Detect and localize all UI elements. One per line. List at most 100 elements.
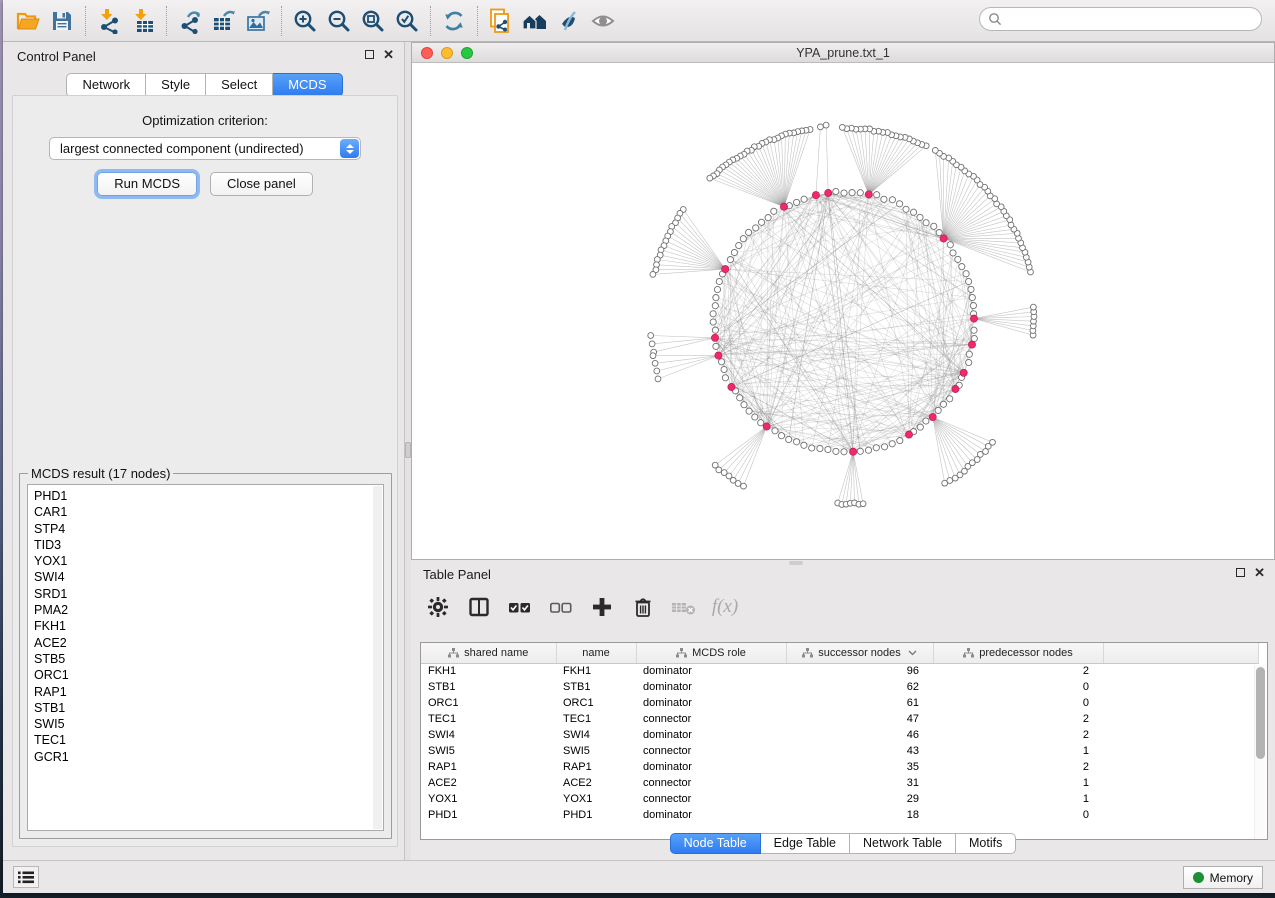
export-table-icon[interactable] bbox=[207, 5, 241, 37]
network-node[interactable] bbox=[801, 196, 807, 202]
mcds-result-item[interactable]: ACE2 bbox=[34, 635, 383, 651]
mcds-node[interactable] bbox=[929, 414, 936, 421]
mcds-result-item[interactable]: STB1 bbox=[34, 700, 383, 716]
network-node[interactable] bbox=[897, 438, 903, 444]
table-cell[interactable]: 35 bbox=[786, 759, 933, 775]
table-cell[interactable]: YOX1 bbox=[556, 791, 636, 807]
network-node[interactable] bbox=[940, 401, 946, 407]
table-cell[interactable]: RAP1 bbox=[556, 759, 636, 775]
table-cell[interactable]: STB1 bbox=[421, 679, 556, 695]
table-cell[interactable]: TEC1 bbox=[556, 711, 636, 727]
delete-columns-icon[interactable] bbox=[630, 593, 656, 621]
search-input[interactable] bbox=[1007, 12, 1261, 26]
mcds-node[interactable] bbox=[952, 385, 959, 392]
table-cell[interactable]: 2 bbox=[933, 663, 1103, 679]
table-cell[interactable]: FKH1 bbox=[421, 663, 556, 679]
network-node[interactable] bbox=[772, 428, 778, 434]
network-node[interactable] bbox=[959, 264, 965, 270]
table-row[interactable]: YOX1YOX1connector291 bbox=[421, 791, 1258, 807]
network-node[interactable] bbox=[857, 190, 863, 196]
network-node[interactable] bbox=[970, 303, 976, 309]
zoom-in-icon[interactable] bbox=[288, 5, 322, 37]
mcds-node[interactable] bbox=[715, 352, 722, 359]
mcds-node[interactable] bbox=[780, 203, 787, 210]
table-cell[interactable]: 0 bbox=[933, 807, 1103, 823]
table-cell[interactable]: SWI4 bbox=[556, 727, 636, 743]
network-leaf-node[interactable] bbox=[860, 501, 866, 507]
network-leaf-node[interactable] bbox=[652, 360, 658, 366]
table-cell[interactable]: 0 bbox=[933, 695, 1103, 711]
table-cell[interactable]: 18 bbox=[786, 807, 933, 823]
export-image-icon[interactable] bbox=[241, 5, 275, 37]
network-node[interactable] bbox=[966, 278, 972, 284]
network-leaf-node[interactable] bbox=[1008, 222, 1014, 228]
table-cell[interactable]: dominator bbox=[636, 807, 786, 823]
network-node[interactable] bbox=[794, 439, 800, 445]
table-cell[interactable]: SWI4 bbox=[421, 727, 556, 743]
table-cell[interactable]: TEC1 bbox=[421, 711, 556, 727]
network-node[interactable] bbox=[752, 414, 758, 420]
mcds-node[interactable] bbox=[850, 448, 857, 455]
network-node[interactable] bbox=[897, 201, 903, 207]
refresh-icon[interactable] bbox=[437, 5, 471, 37]
network-node[interactable] bbox=[710, 319, 716, 325]
network-node[interactable] bbox=[889, 197, 895, 203]
column-header-MCDS-role[interactable]: MCDS role bbox=[636, 643, 786, 663]
network-node[interactable] bbox=[963, 271, 969, 277]
column-header-shared-name[interactable]: shared name bbox=[421, 643, 556, 663]
network-node[interactable] bbox=[825, 446, 831, 452]
add-column-icon[interactable] bbox=[589, 593, 615, 621]
table-cell[interactable]: 61 bbox=[786, 695, 933, 711]
network-node[interactable] bbox=[841, 190, 847, 196]
network-node[interactable] bbox=[841, 449, 847, 455]
zoom-out-icon[interactable] bbox=[322, 5, 356, 37]
tab-network[interactable]: Network bbox=[66, 73, 146, 97]
network-node[interactable] bbox=[771, 208, 777, 214]
network-node[interactable] bbox=[713, 343, 719, 349]
table-row[interactable]: TEC1TEC1connector472 bbox=[421, 711, 1258, 727]
network-node[interactable] bbox=[955, 256, 961, 262]
tab-node-table[interactable]: Node Table bbox=[670, 833, 761, 854]
network-node[interactable] bbox=[740, 236, 746, 242]
network-node[interactable] bbox=[923, 220, 929, 226]
table-cell[interactable]: FKH1 bbox=[556, 663, 636, 679]
table-cell[interactable]: 0 bbox=[933, 679, 1103, 695]
network-node[interactable] bbox=[817, 445, 823, 451]
network-canvas[interactable] bbox=[412, 63, 1274, 559]
zoom-fit-icon[interactable] bbox=[356, 5, 390, 37]
network-node[interactable] bbox=[712, 303, 718, 309]
network-node[interactable] bbox=[727, 257, 733, 263]
hide-graphics-details-icon[interactable] bbox=[552, 5, 586, 37]
table-cell[interactable]: 1 bbox=[933, 775, 1103, 791]
network-node[interactable] bbox=[746, 229, 752, 235]
table-row[interactable]: SWI5SWI5connector431 bbox=[421, 743, 1258, 759]
network-node[interactable] bbox=[794, 199, 800, 205]
table-cell[interactable]: dominator bbox=[636, 759, 786, 775]
close-panel-button[interactable]: Close panel bbox=[210, 172, 313, 196]
network-leaf-node[interactable] bbox=[741, 483, 747, 489]
network-node[interactable] bbox=[786, 436, 792, 442]
network-leaf-node[interactable] bbox=[818, 124, 824, 130]
network-leaf-node[interactable] bbox=[654, 368, 660, 374]
network-node[interactable] bbox=[911, 209, 917, 215]
close-table-panel-icon[interactable]: ✕ bbox=[1254, 567, 1265, 578]
table-cell[interactable]: 1 bbox=[933, 743, 1103, 759]
mcds-result-item[interactable]: SWI5 bbox=[34, 716, 383, 732]
mcds-result-item[interactable]: TEC1 bbox=[34, 732, 383, 748]
network-leaf-node[interactable] bbox=[649, 341, 655, 347]
network-node[interactable] bbox=[710, 311, 716, 317]
table-cell[interactable]: PHD1 bbox=[421, 807, 556, 823]
network-leaf-node[interactable] bbox=[650, 353, 656, 359]
network-node[interactable] bbox=[753, 225, 759, 231]
tab-select[interactable]: Select bbox=[206, 73, 273, 97]
first-neighbors-icon[interactable] bbox=[518, 5, 552, 37]
save-session-icon[interactable] bbox=[45, 5, 79, 37]
table-cell[interactable]: 29 bbox=[786, 791, 933, 807]
network-node[interactable] bbox=[971, 327, 977, 333]
tab-style[interactable]: Style bbox=[146, 73, 206, 97]
table-cell[interactable]: YOX1 bbox=[421, 791, 556, 807]
network-node[interactable] bbox=[966, 351, 972, 357]
network-node[interactable] bbox=[833, 448, 839, 454]
table-row[interactable]: ORC1ORC1dominator610 bbox=[421, 695, 1258, 711]
mcds-node[interactable] bbox=[711, 334, 718, 341]
